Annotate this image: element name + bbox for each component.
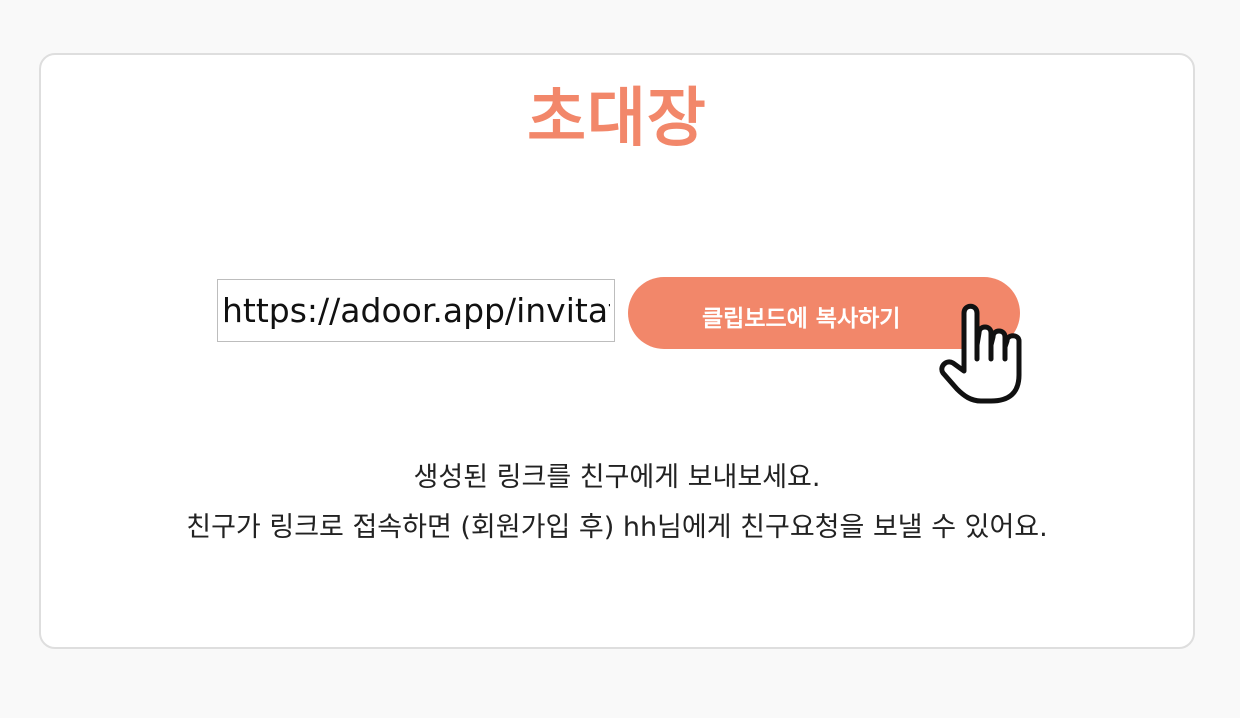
page-title: 초대장 [527,82,707,156]
description-line-2: 친구가 링크로 접속하면 (회원가입 후) hh님에게 친구요청을 보낼 수 있… [186,512,1048,543]
copy-button-label: 클립보드에 복사하기 [702,306,901,332]
pointing-hand-icon [939,303,1022,404]
description-line-1: 생성된 링크를 친구에게 보내보세요. [413,462,821,493]
invitation-link-field[interactable] [217,279,615,342]
invitation-card: 초대장 클립보드에 복사하기 생성된 링크를 친구에게 보내보세요. 친구가 링… [39,53,1195,649]
link-row: 클립보드에 복사하기 [217,277,1037,404]
invitation-description: 생성된 링크를 친구에게 보내보세요. 친구가 링크로 접속하면 (회원가입 후… [41,453,1193,553]
